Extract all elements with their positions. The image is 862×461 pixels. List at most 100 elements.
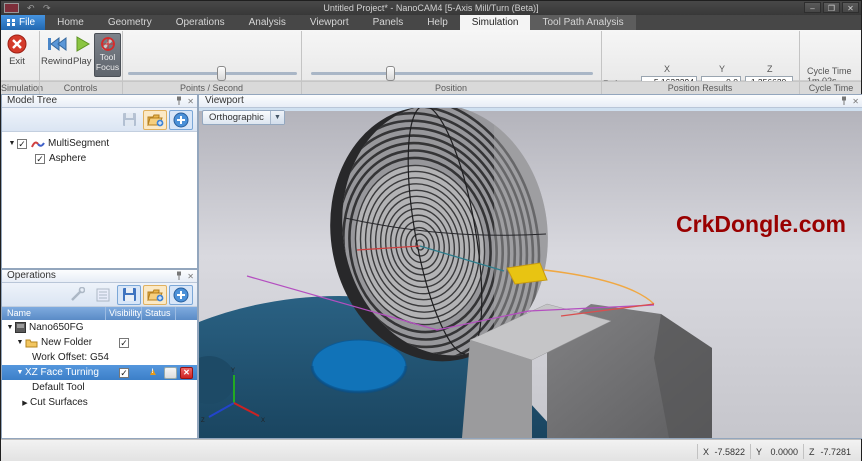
- save-model-button[interactable]: [117, 110, 141, 130]
- op-row-machine[interactable]: ▼ Nano650FG: [2, 320, 197, 335]
- window-title: Untitled Project* - NanoCAM4 [5-Axis Mil…: [1, 3, 861, 13]
- tab-simulation[interactable]: Simulation: [460, 15, 531, 30]
- viewport-panel: Viewport ✕ Orthographic ▼ CrkDongle.com: [198, 94, 862, 439]
- status-z-cell: Z-7.7281: [803, 444, 856, 459]
- position-slider[interactable]: [311, 72, 593, 75]
- op-row-folder[interactable]: ▼ New Folder ✓: [2, 335, 197, 350]
- warning-icon: ▲!: [148, 367, 158, 378]
- rewind-icon: [45, 34, 69, 54]
- save-operations-button[interactable]: [117, 285, 141, 305]
- tree-item-multisegment[interactable]: ▼ ✓ MultiSegment: [2, 136, 197, 151]
- tab-analysis[interactable]: Analysis: [237, 15, 298, 30]
- asphere-checkbox[interactable]: ✓: [35, 154, 45, 164]
- points-per-second-slider[interactable]: [128, 72, 297, 75]
- axis-x-label: X: [261, 418, 265, 424]
- wrench-icon: [70, 287, 85, 302]
- tab-file[interactable]: File: [1, 15, 45, 30]
- delete-operation-button[interactable]: ✕: [180, 367, 193, 379]
- add-model-button[interactable]: [169, 110, 193, 130]
- op-row-default-tool[interactable]: Default Tool: [2, 380, 197, 395]
- expander-icon[interactable]: ▼: [7, 140, 17, 147]
- tools-button[interactable]: [65, 285, 89, 305]
- points-slider-thumb[interactable]: [217, 66, 226, 81]
- multisegment-checkbox[interactable]: ✓: [17, 139, 27, 149]
- model-tree: ▼ ✓ MultiSegment ✓ Asphere: [2, 136, 197, 166]
- position-slider-thumb[interactable]: [386, 66, 395, 81]
- expander-icon[interactable]: ▼: [15, 369, 25, 376]
- chevron-down-icon[interactable]: ▼: [270, 111, 284, 124]
- exit-button[interactable]: Exit: [7, 34, 27, 67]
- viewport-title: Viewport: [205, 95, 244, 106]
- model-tree-panel: Model Tree ✕: [1, 94, 198, 269]
- rewind-button[interactable]: Rewind: [41, 34, 73, 67]
- tree-item-asphere[interactable]: ✓ Asphere: [2, 151, 197, 166]
- simulation-ribbon: Exit Rewind Play Tool: [1, 30, 861, 81]
- tab-tool-path-analysis[interactable]: Tool Path Analysis: [530, 15, 635, 30]
- viewport-3d-scene[interactable]: Orthographic ▼ CrkDongle.com: [199, 108, 862, 438]
- pin-icon[interactable]: [175, 96, 183, 105]
- col-status[interactable]: Status: [142, 307, 176, 320]
- tab-operations[interactable]: Operations: [164, 15, 237, 30]
- group-position: Position: [301, 83, 601, 93]
- col-name[interactable]: Name: [2, 307, 106, 320]
- pr-col-x: X: [664, 64, 670, 74]
- axis-z-label: Z: [201, 418, 205, 424]
- pr-col-z: Z: [767, 64, 773, 74]
- folder-open-icon: [147, 113, 164, 127]
- multisegment-icon: [31, 139, 45, 149]
- tool-focus-button[interactable]: Tool Focus: [94, 33, 121, 77]
- open-model-button[interactable]: [143, 110, 167, 130]
- tab-home[interactable]: Home: [45, 15, 96, 30]
- group-points-per-second: Points / Second: [122, 83, 301, 93]
- play-button[interactable]: Play: [73, 34, 91, 67]
- pin-icon[interactable]: [175, 271, 183, 280]
- row-option-button[interactable]: [164, 367, 177, 379]
- tab-geometry[interactable]: Geometry: [96, 15, 164, 30]
- expander-icon[interactable]: ▶: [20, 399, 30, 407]
- expander-icon[interactable]: ▼: [5, 324, 15, 331]
- projection-label: Orthographic: [203, 111, 270, 124]
- new-folder-visibility-checkbox[interactable]: ✓: [119, 338, 129, 348]
- open-operations-button[interactable]: [143, 285, 167, 305]
- col-visibility[interactable]: Visibility: [106, 307, 142, 320]
- group-separator: [799, 31, 800, 94]
- play-icon: [73, 34, 91, 54]
- list-button[interactable]: [91, 285, 115, 305]
- projection-dropdown[interactable]: Orthographic ▼: [202, 110, 285, 125]
- xz-face-turning-visibility-checkbox[interactable]: ✓: [119, 368, 129, 378]
- op-row-xz-face-turning[interactable]: ▼ XZ Face Turning ✓ ▲! ✕: [2, 365, 197, 380]
- group-separator: [601, 31, 602, 94]
- close-button[interactable]: ✕: [842, 2, 859, 13]
- minimize-button[interactable]: –: [804, 2, 821, 13]
- exit-icon: [7, 34, 27, 54]
- operations-panel: Operations ✕: [1, 269, 198, 439]
- expander-icon[interactable]: ▼: [15, 339, 25, 346]
- ribbon-tab-bar: File Home Geometry Operations Analysis V…: [1, 15, 861, 30]
- model-tree-header: Model Tree ✕: [2, 95, 197, 108]
- tab-help[interactable]: Help: [415, 15, 460, 30]
- op-row-work-offset[interactable]: Work Offset: G54: [2, 350, 197, 365]
- pr-col-y: Y: [719, 64, 725, 74]
- status-x-cell: X-7.5822: [697, 444, 750, 459]
- watermark-text: CrkDongle.com: [676, 211, 846, 238]
- operations-title: Operations: [7, 270, 56, 281]
- operations-toolbar: [2, 283, 197, 307]
- status-bar: X-7.5822 Y0.0000 Z-7.7281: [1, 439, 861, 461]
- group-simulation: Simulation: [1, 83, 39, 93]
- tab-viewport[interactable]: Viewport: [298, 15, 361, 30]
- close-panel-icon[interactable]: ✕: [852, 96, 859, 108]
- app-window: ↶ ↷ Untitled Project* - NanoCAM4 [5-Axis…: [0, 0, 862, 461]
- group-cycle-time: Cycle Time: [799, 83, 862, 93]
- status-y-cell: Y0.0000: [750, 444, 803, 459]
- close-panel-icon[interactable]: ✕: [187, 96, 194, 108]
- model-tree-title: Model Tree: [7, 95, 57, 106]
- pin-icon[interactable]: [840, 96, 848, 105]
- add-operation-button[interactable]: [169, 285, 193, 305]
- group-separator: [39, 31, 40, 94]
- op-row-cut-surfaces[interactable]: ▶ Cut Surfaces: [2, 395, 197, 410]
- tab-panels[interactable]: Panels: [361, 15, 416, 30]
- restore-button[interactable]: ❐: [823, 2, 840, 13]
- file-menu-icon: [7, 19, 15, 26]
- coordinate-readout: X-7.5822 Y0.0000 Z-7.7281: [697, 444, 856, 459]
- close-panel-icon[interactable]: ✕: [187, 271, 194, 283]
